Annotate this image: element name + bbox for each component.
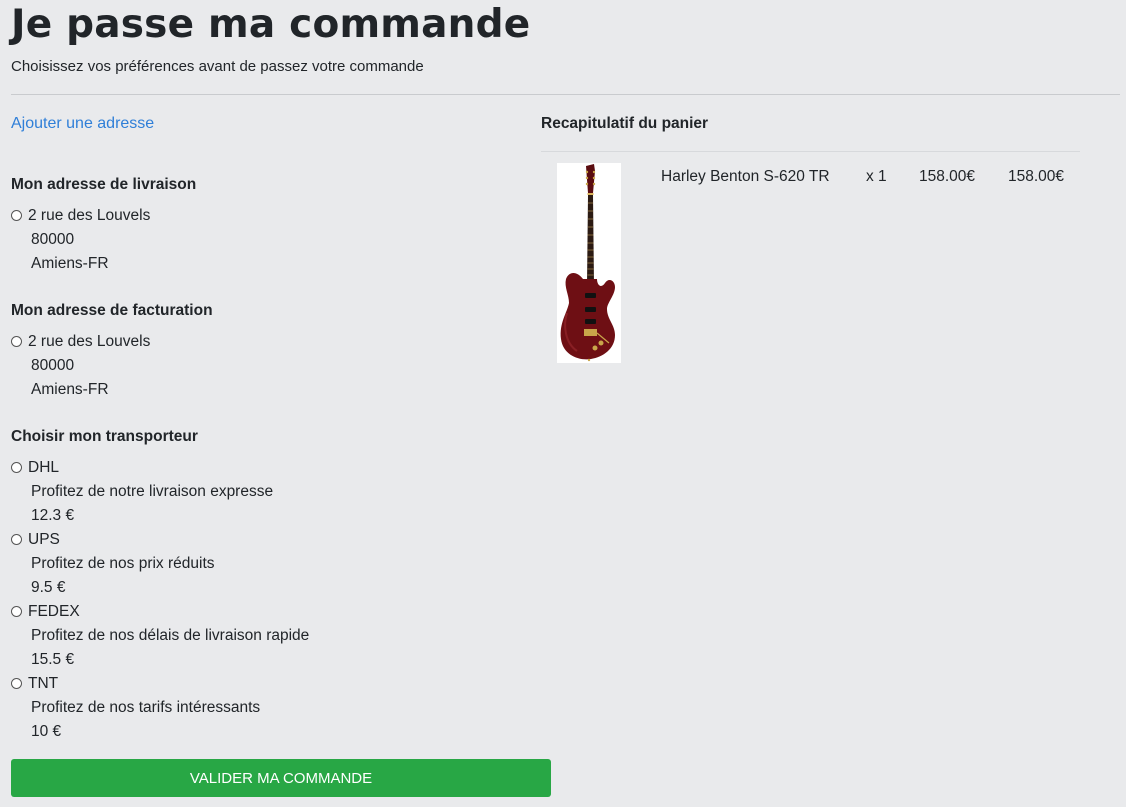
delivery-address-street: 2 rue des Louvels: [28, 207, 151, 224]
carrier-radio-fedex[interactable]: [11, 606, 22, 617]
carrier-radio-ups[interactable]: [11, 534, 22, 545]
header-divider: [11, 94, 1120, 95]
carrier-price: 15.5 €: [31, 651, 75, 668]
cart-item-total: 158.00€: [1008, 168, 1065, 185]
cart-item-quantity: x 1: [866, 168, 887, 185]
carrier-name: FEDEX: [28, 603, 80, 620]
carrier-description: Profitez de nos tarifs intéressants: [31, 699, 261, 716]
cart-item-unit-price: 158.00€: [919, 168, 976, 185]
carrier-name: DHL: [28, 459, 60, 476]
delivery-address-city: Amiens-FR: [31, 255, 109, 272]
delivery-address-option[interactable]: 2 rue des Louvels: [11, 206, 150, 226]
carrier-description: Profitez de nos prix réduits: [31, 555, 215, 572]
carrier-option-fedex[interactable]: FEDEX: [11, 602, 80, 622]
carrier-price: 9.5 €: [31, 579, 66, 596]
electric-guitar-image: [557, 163, 621, 363]
billing-address-street: 2 rue des Louvels: [28, 333, 151, 350]
page-subtitle: Choisissez vos préférences avant de pass…: [11, 58, 424, 75]
carrier-option-ups[interactable]: UPS: [11, 530, 60, 550]
cart-item-name: Harley Benton S-620 TR: [661, 168, 830, 185]
billing-address-postcode: 80000: [31, 357, 75, 374]
carrier-price: 12.3 €: [31, 507, 75, 524]
add-address-link[interactable]: Ajouter une adresse: [11, 114, 154, 134]
carrier-price: 10 €: [31, 723, 62, 740]
billing-address-radio[interactable]: [11, 336, 22, 347]
carrier-name: TNT: [28, 675, 59, 692]
validate-order-button[interactable]: VALIDER MA COMMANDE: [11, 759, 551, 797]
cart-divider: [541, 151, 1080, 152]
page-title: Je passe ma commande: [11, 2, 531, 47]
carrier-name: UPS: [28, 531, 60, 548]
delivery-address-radio[interactable]: [11, 210, 22, 221]
billing-address-heading: Mon adresse de facturation: [11, 302, 213, 319]
carrier-radio-dhl[interactable]: [11, 462, 22, 473]
delivery-address-postcode: 80000: [31, 231, 75, 248]
billing-address-option[interactable]: 2 rue des Louvels: [11, 332, 150, 352]
cart-summary-heading: Recapitulatif du panier: [541, 115, 709, 132]
carrier-description: Profitez de notre livraison expresse: [31, 483, 274, 500]
carrier-description: Profitez de nos délais de livraison rapi…: [31, 627, 310, 644]
carrier-option-dhl[interactable]: DHL: [11, 458, 59, 478]
carrier-radio-tnt[interactable]: [11, 678, 22, 689]
delivery-address-heading: Mon adresse de livraison: [11, 176, 197, 193]
billing-address-city: Amiens-FR: [31, 381, 109, 398]
carrier-option-tnt[interactable]: TNT: [11, 674, 58, 694]
carrier-heading: Choisir mon transporteur: [11, 428, 198, 445]
